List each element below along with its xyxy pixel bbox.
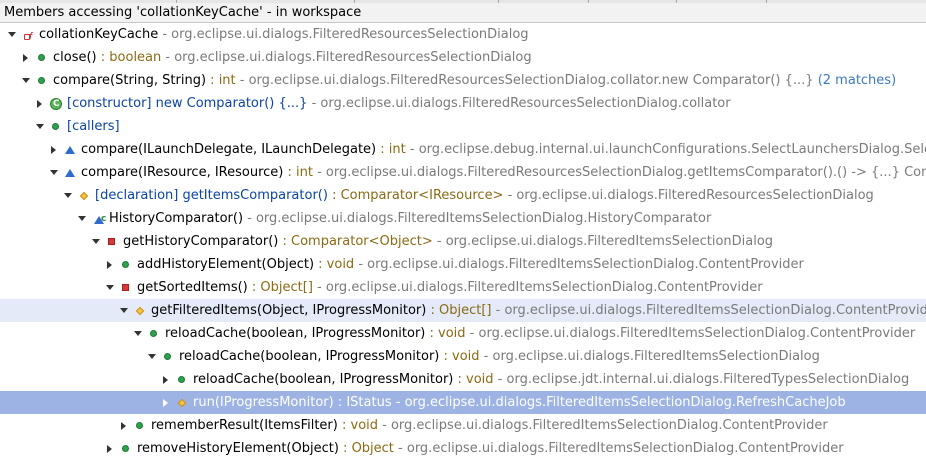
protected-method-icon [175, 391, 189, 414]
default-method-icon [63, 161, 77, 184]
collapse-toggle[interactable] [133, 322, 143, 345]
tree-row[interactable]: rememberResult(ItemsFilter) : void - org… [0, 414, 926, 437]
public-method-icon [161, 345, 175, 368]
constructor-icon [91, 207, 106, 230]
tree-row[interactable]: compare(IResource, IResource) : int - or… [0, 161, 926, 184]
tree-item-label: [declaration] getItemsComparator() : Com… [95, 188, 874, 203]
tree-row[interactable]: reloadCache(boolean, IProgressMonitor) :… [0, 345, 926, 368]
tree-item-label: reloadCache(boolean, IProgressMonitor) :… [179, 349, 820, 364]
tree-item-label: compare(ILaunchDelegate, ILaunchDelegate… [81, 142, 926, 157]
expand-toggle[interactable] [35, 92, 45, 115]
tree-row[interactable]: HistoryComparator() - org.eclipse.ui.dia… [0, 207, 926, 230]
expand-toggle[interactable] [105, 253, 115, 276]
tree-row[interactable]: getFilteredItems(Object, IProgressMonito… [0, 299, 926, 322]
collapse-toggle[interactable] [147, 345, 157, 368]
tree-row[interactable]: [callers] [0, 115, 926, 138]
public-method-icon [133, 414, 147, 437]
expand-toggle[interactable] [161, 391, 171, 414]
collapse-toggle[interactable] [119, 299, 129, 322]
public-method-icon [35, 46, 49, 69]
tree-item-label: run(IProgressMonitor) : IStatus - org.ec… [193, 395, 846, 410]
expand-toggle[interactable] [105, 437, 115, 460]
collapse-toggle[interactable] [63, 184, 73, 207]
collapse-toggle[interactable] [7, 23, 17, 46]
tree-item-label: close() : boolean - org.eclipse.ui.dialo… [53, 50, 532, 65]
tree-row[interactable]: compare(ILaunchDelegate, ILaunchDelegate… [0, 138, 926, 161]
tree-row[interactable]: getHistoryComparator() : Comparator<Obje… [0, 230, 926, 253]
collapse-toggle[interactable] [77, 207, 87, 230]
collapse-toggle[interactable] [21, 69, 31, 92]
expand-toggle[interactable] [119, 414, 129, 437]
tree-item-label: getFilteredItems(Object, IProgressMonito… [151, 303, 926, 318]
tree-item-label: getHistoryComparator() : Comparator<Obje… [123, 234, 774, 249]
match-count: (2 matches) [813, 73, 897, 88]
expand-toggle[interactable] [21, 46, 31, 69]
tree-item-label: addHistoryElement(Object) : void - org.e… [137, 257, 804, 272]
tree-item-label: [constructor] new Comparator() {...} - o… [67, 96, 731, 111]
tree-item-label: compare(String, String) : int - org.ecli… [53, 73, 897, 88]
call-hierarchy-tree[interactable]: collationKeyCache - org.eclipse.ui.dialo… [0, 23, 926, 463]
public-method-icon [175, 368, 189, 391]
tree-row-selected[interactable]: run(IProgressMonitor) : IStatus - org.ec… [0, 391, 926, 414]
view-header: Members accessing 'collationKeyCache' - … [0, 3, 926, 23]
tree-row[interactable]: removeHistoryElement(Object) : Object - … [0, 437, 926, 460]
tree-row[interactable]: reloadCache(boolean, IProgressMonitor) :… [0, 368, 926, 391]
expand-toggle[interactable] [49, 138, 59, 161]
public-method-icon [49, 115, 63, 138]
public-method-icon [119, 253, 133, 276]
protected-method-icon [77, 184, 91, 207]
tree-item-label: collationKeyCache - org.eclipse.ui.dialo… [39, 27, 529, 42]
anonymous-class-icon [49, 92, 63, 115]
tree-item-label: removeHistoryElement(Object) : Object - … [137, 441, 844, 456]
tree-item-label: reloadCache(boolean, IProgressMonitor) :… [193, 372, 910, 387]
collapse-toggle[interactable] [91, 230, 101, 253]
tree-row[interactable]: collationKeyCache - org.eclipse.ui.dialo… [0, 23, 926, 46]
expand-toggle[interactable] [161, 368, 171, 391]
field-icon [21, 23, 35, 46]
public-method-icon [35, 69, 49, 92]
collapse-toggle[interactable] [35, 115, 45, 138]
tree-row[interactable]: close() : boolean - org.eclipse.ui.dialo… [0, 46, 926, 69]
protected-method-icon [133, 299, 147, 322]
tree-row[interactable]: [declaration] getItemsComparator() : Com… [0, 184, 926, 207]
tree-row[interactable]: reloadCache(boolean, IProgressMonitor) :… [0, 322, 926, 345]
collapse-toggle[interactable] [105, 276, 115, 299]
tree-row[interactable]: compare(String, String) : int - org.ecli… [0, 69, 926, 92]
public-method-icon [147, 322, 161, 345]
tree-item-label: reloadCache(boolean, IProgressMonitor) :… [165, 326, 916, 341]
tree-item-label: getSortedItems() : Object[] - org.eclips… [137, 280, 763, 295]
public-method-icon [119, 437, 133, 460]
collapse-toggle[interactable] [49, 161, 59, 184]
tree-item-label: [callers] [67, 119, 120, 134]
private-method-icon [105, 230, 119, 253]
tree-row[interactable]: getSortedItems() : Object[] - org.eclips… [0, 276, 926, 299]
tree-item-label: HistoryComparator() - org.eclipse.ui.dia… [109, 211, 712, 226]
tree-item-label: rememberResult(ItemsFilter) : void - org… [151, 418, 828, 433]
tree-row[interactable]: [constructor] new Comparator() {...} - o… [0, 92, 926, 115]
private-method-icon [119, 276, 133, 299]
view-title: Members accessing 'collationKeyCache' - … [4, 5, 362, 20]
tree-item-label: compare(IResource, IResource) : int - or… [81, 165, 926, 180]
tree-row[interactable]: addHistoryElement(Object) : void - org.e… [0, 253, 926, 276]
default-method-icon [63, 138, 77, 161]
